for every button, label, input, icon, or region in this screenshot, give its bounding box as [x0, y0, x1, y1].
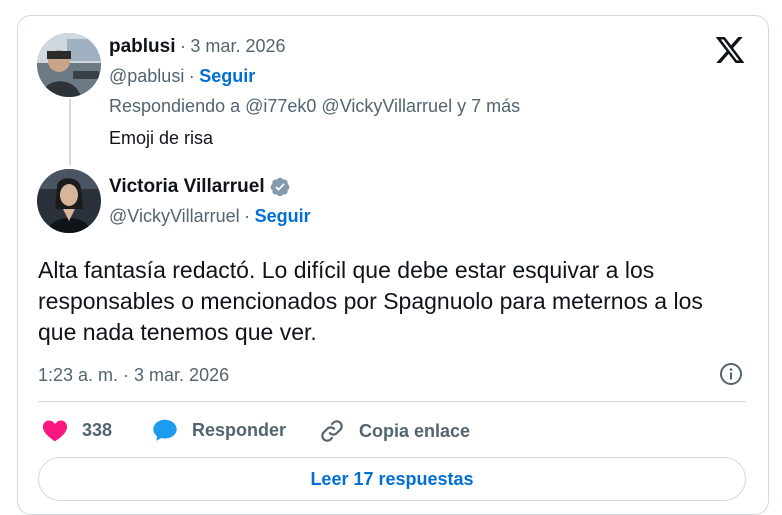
likes-count: 338: [82, 419, 113, 440]
copy-link-label: Copia enlace: [359, 420, 471, 441]
separator-dot: ·: [179, 36, 186, 56]
author-handle[interactable]: @VickyVillarruel: [109, 206, 240, 226]
reply-button[interactable]: Responder: [152, 418, 286, 442]
avatar-victoria-villarruel[interactable]: [37, 169, 101, 233]
author-name[interactable]: pablusi: [109, 36, 176, 57]
reply-label: Responder: [192, 419, 287, 440]
divider: [38, 401, 746, 402]
reply-handle-row: @pablusi · Seguir: [109, 66, 256, 86]
author-name[interactable]: Victoria Villarruel: [109, 176, 265, 198]
info-icon[interactable]: [719, 362, 743, 386]
reply-text: Emoji de risa: [109, 128, 214, 148]
reply-header: pablusi · 3 mar. 2026: [109, 36, 285, 58]
avatar-pablusi[interactable]: [37, 33, 101, 97]
main-handle-row: @VickyVillarruel · Seguir: [109, 206, 311, 226]
tweet-date[interactable]: 3 mar. 2026: [190, 36, 285, 56]
speech-bubble-icon: [152, 418, 178, 442]
main-header: Victoria Villarruel: [109, 176, 291, 198]
author-handle[interactable]: @pablusi: [109, 66, 184, 86]
verified-badge-icon: [269, 176, 291, 198]
follow-button[interactable]: Seguir: [199, 66, 255, 86]
replying-to[interactable]: Respondiendo a @i77ek0 @VickyVillarruel …: [109, 96, 520, 117]
follow-button[interactable]: Seguir: [255, 206, 311, 226]
like-button[interactable]: 338: [42, 418, 112, 442]
link-icon: [319, 418, 345, 444]
tweet-text: Alta fantasía redactó. Lo difícil que de…: [38, 257, 703, 345]
copy-link-button[interactable]: Copia enlace: [319, 418, 470, 444]
read-replies-button[interactable]: Leer 17 respuestas: [38, 457, 746, 501]
x-logo-icon[interactable]: [714, 34, 746, 66]
thread-connector-line: [69, 99, 71, 165]
tweet-timestamp[interactable]: 1:23 a. m. · 3 mar. 2026: [38, 365, 229, 386]
heart-icon: [42, 418, 68, 442]
